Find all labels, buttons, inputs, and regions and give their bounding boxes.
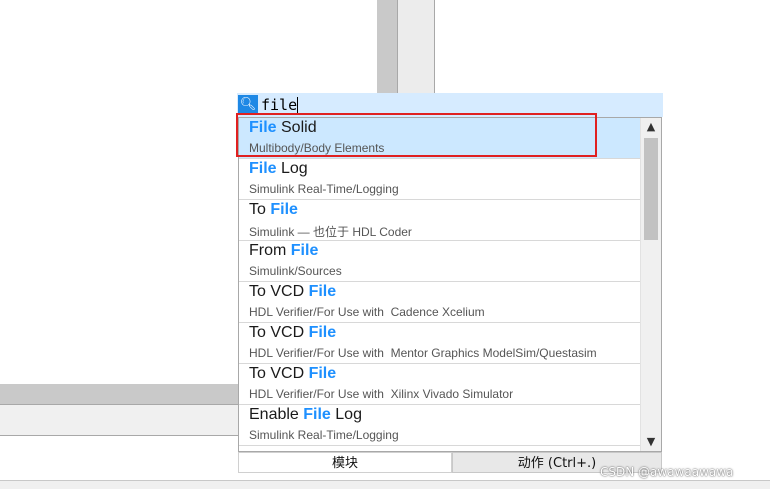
item-title: To VCD File — [249, 365, 337, 382]
tab-blocks[interactable]: 模块 — [238, 452, 452, 473]
annotation-highlight-box — [236, 113, 597, 157]
results-list: File Solid Multibody/Body Elements File … — [238, 117, 662, 452]
chevron-up-icon[interactable]: ▲ — [641, 118, 661, 136]
background-panel — [0, 404, 240, 436]
list-item[interactable]: To File Simulink — 也位于 HDL Coder — [239, 200, 641, 241]
item-title: From File — [249, 242, 319, 259]
item-subtitle: Simulink/Sources — [249, 264, 342, 278]
list-item[interactable]: To VCD File HDL Verifier/For Use with Xi… — [239, 364, 641, 405]
vertical-scrollbar[interactable]: ▲ ▼ — [640, 118, 661, 451]
item-subtitle: Simulink Real-Time/Logging — [249, 428, 399, 442]
background-panel — [397, 0, 435, 93]
scrollbar-thumb[interactable] — [644, 138, 658, 240]
quick-insert-popup: 🔍︎ File Solid Multibody/Body Elements Fi… — [236, 93, 663, 476]
item-subtitle: Simulink — 也位于 HDL Coder — [249, 225, 412, 239]
popup-tabs: 模块 动作 (Ctrl+.) — [238, 452, 662, 473]
item-title: To VCD File — [249, 324, 337, 341]
item-title: Enable File Log — [249, 406, 362, 423]
list-item[interactable]: Enable File Log Simulink Real-Time/Loggi… — [239, 405, 641, 446]
item-subtitle: HDL Verifier/For Use with Mentor Graphic… — [249, 346, 597, 360]
search-icon: 🔍︎ — [238, 95, 258, 115]
item-title: To VCD File — [249, 283, 337, 300]
background-panel — [0, 384, 240, 404]
list-item[interactable]: From File Simulink/Sources — [239, 241, 641, 282]
watermark: CSDN @awawaawawa — [600, 465, 734, 479]
background-panel — [377, 0, 397, 93]
text-caret — [297, 97, 298, 114]
item-subtitle: Simulink Real-Time/Logging — [249, 182, 399, 196]
item-subtitle: HDL Verifier/For Use with Cadence Xceliu… — [249, 305, 485, 319]
list-item[interactable]: File Log Simulink Real-Time/Logging — [239, 159, 641, 200]
item-title: File Log — [249, 160, 308, 177]
list-item[interactable]: To VCD File HDL Verifier/For Use with Me… — [239, 323, 641, 364]
item-subtitle: HDL Verifier/For Use with Xilinx Vivado … — [249, 387, 514, 401]
item-title: To File — [249, 201, 298, 218]
list-item[interactable]: To VCD File HDL Verifier/For Use with Ca… — [239, 282, 641, 323]
chevron-down-icon[interactable]: ▼ — [641, 433, 661, 451]
status-bar — [0, 480, 770, 489]
